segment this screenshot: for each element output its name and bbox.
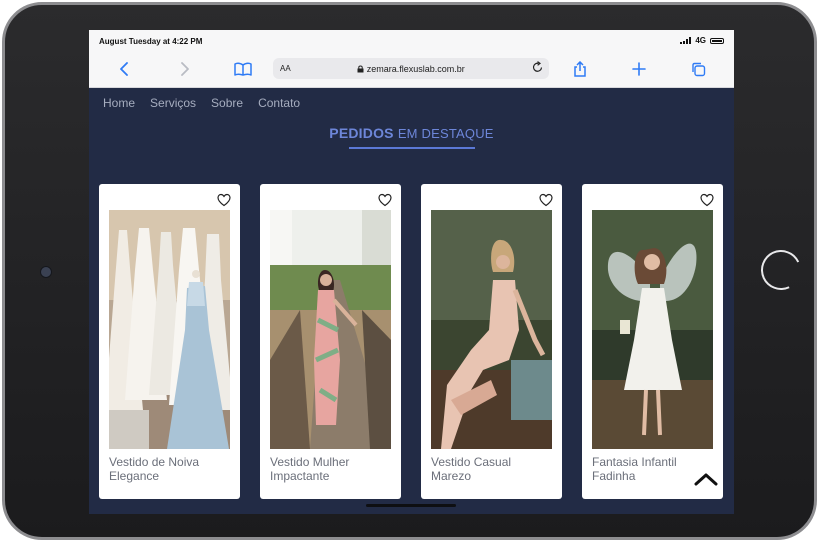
back-icon[interactable] — [114, 58, 136, 80]
product-title[interactable]: Vestido de Noiva Elegance — [109, 455, 234, 483]
product-card[interactable]: Fantasia Infantil Fadinha — [582, 184, 723, 499]
product-title[interactable]: Vestido Casual Marezo — [431, 455, 556, 483]
product-image[interactable] — [592, 210, 713, 449]
nav-servicos[interactable]: Serviços — [150, 96, 196, 110]
status-indicators: 4G — [680, 36, 724, 45]
heart-icon[interactable] — [700, 193, 714, 207]
text-size-button[interactable]: AA — [280, 64, 291, 73]
product-title[interactable]: Vestido Mulher Impactante — [270, 455, 395, 483]
share-icon[interactable] — [569, 58, 591, 80]
forward-icon[interactable] — [173, 58, 195, 80]
product-image[interactable] — [109, 210, 230, 449]
chevron-up-icon[interactable] — [693, 470, 719, 488]
heart-icon[interactable] — [378, 193, 392, 207]
section-title: PEDIDOS EM DESTAQUE — [89, 125, 734, 141]
url-text: zemara.flexuslab.com.br — [366, 63, 465, 74]
section-title-bold: PEDIDOS — [329, 125, 394, 141]
network-label: 4G — [695, 36, 706, 45]
status-datetime: August Tuesday at 4:22 PM — [99, 37, 203, 46]
section-title-rest: EM DESTAQUE — [397, 126, 494, 141]
url-display: zemara.flexuslab.com.br — [273, 64, 549, 74]
screen: August Tuesday at 4:22 PM 4G AA zemara.f… — [89, 30, 734, 514]
bookmarks-icon[interactable] — [232, 58, 254, 80]
nav-sobre[interactable]: Sobre — [211, 96, 243, 110]
main-nav: Home Serviços Sobre Contato — [103, 96, 300, 110]
product-image[interactable] — [270, 210, 391, 449]
product-card[interactable]: Vestido Casual Marezo — [421, 184, 562, 499]
section-title-underline — [349, 147, 475, 149]
heart-icon[interactable] — [217, 193, 231, 207]
product-card[interactable]: Vestido de Noiva Elegance — [99, 184, 240, 499]
address-bar[interactable]: AA zemara.flexuslab.com.br — [273, 58, 549, 79]
reload-icon[interactable] — [532, 61, 543, 76]
product-grid: Vestido de Noiva Elegance Vestido Mulher… — [99, 184, 729, 499]
signal-icon — [680, 37, 692, 44]
home-indicator — [366, 504, 456, 507]
product-card[interactable]: Vestido Mulher Impactante — [260, 184, 401, 499]
lock-icon — [357, 65, 364, 72]
nav-home[interactable]: Home — [103, 96, 135, 110]
browser-chrome: August Tuesday at 4:22 PM 4G AA zemara.f… — [89, 30, 734, 88]
heart-icon[interactable] — [539, 193, 553, 207]
tabs-icon[interactable] — [687, 58, 709, 80]
nav-contato[interactable]: Contato — [258, 96, 300, 110]
battery-icon — [710, 37, 724, 44]
product-image[interactable] — [431, 210, 552, 449]
front-camera — [40, 266, 52, 278]
new-tab-icon[interactable] — [628, 58, 650, 80]
